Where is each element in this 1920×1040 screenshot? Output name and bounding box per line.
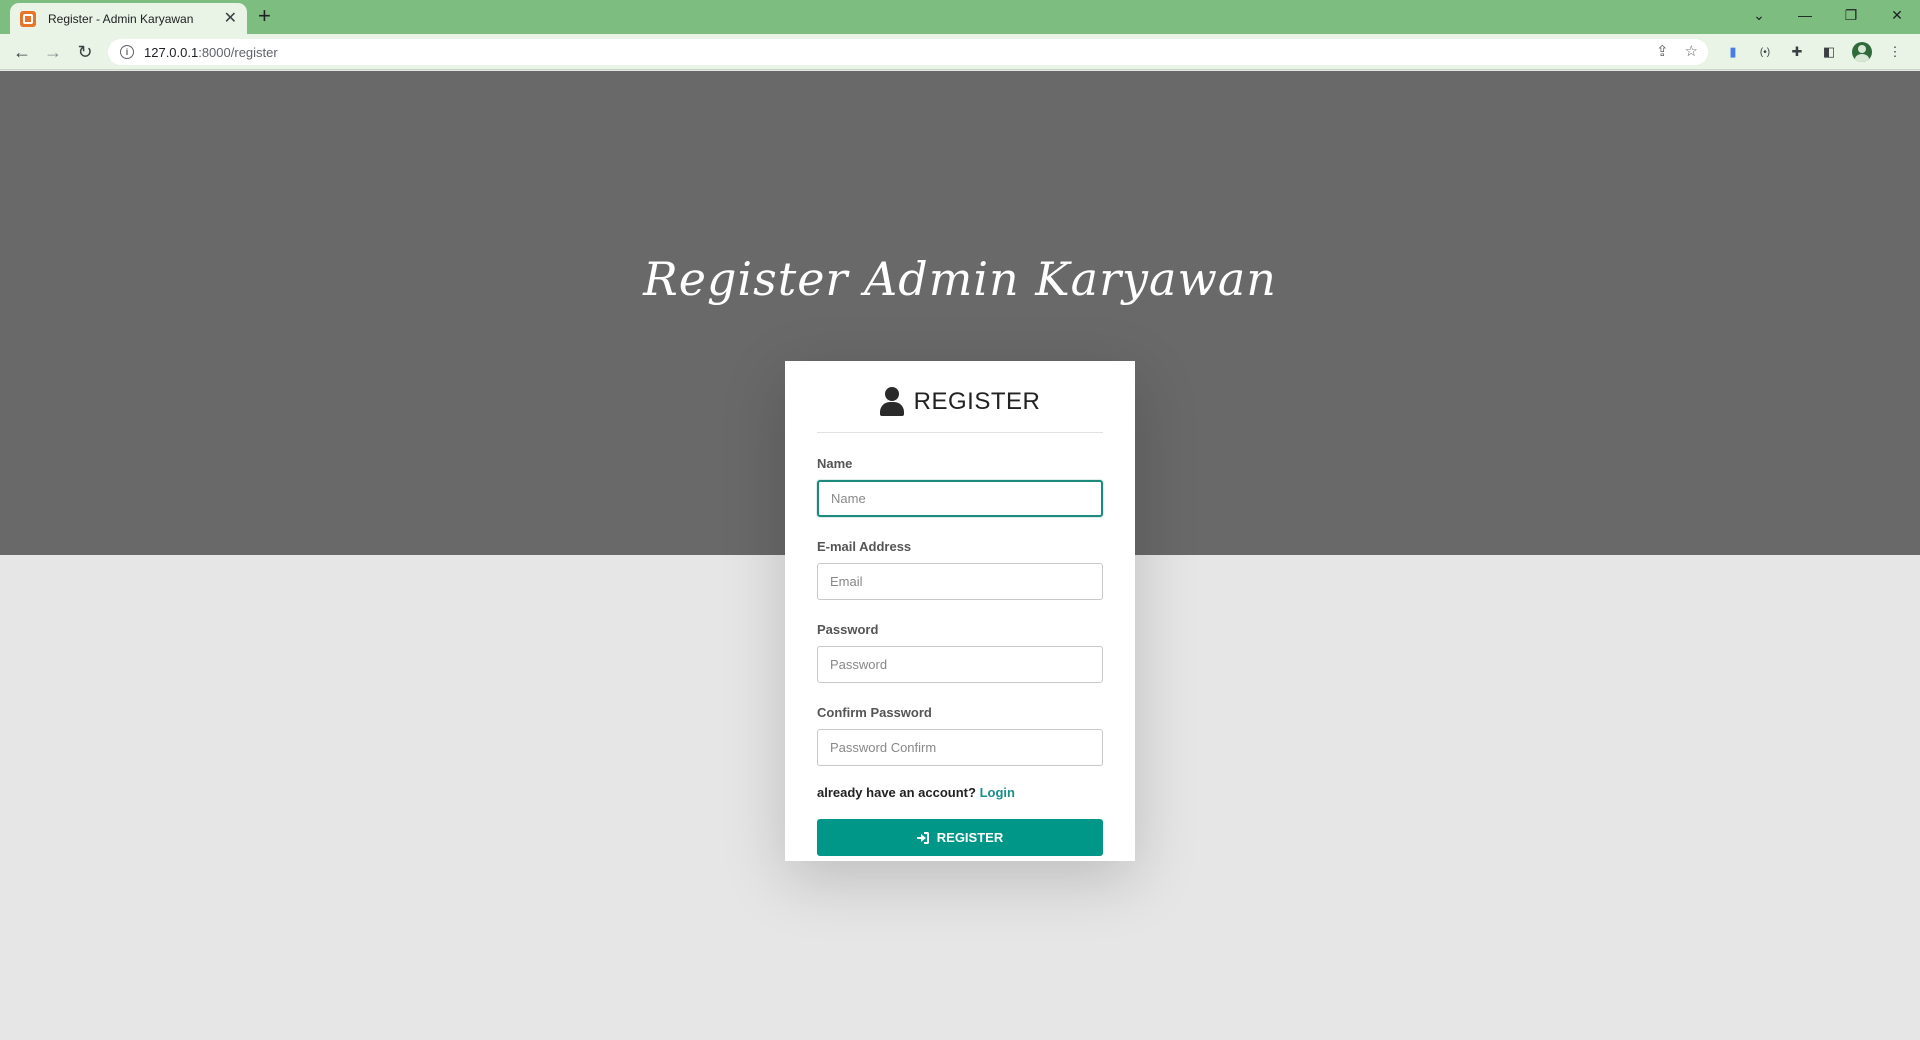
user-icon: [879, 386, 904, 417]
page-heading: Register Admin Karyawan: [643, 252, 1277, 306]
url-text: 127.0.0.1:8000/register: [144, 45, 278, 60]
password-input[interactable]: [817, 646, 1103, 683]
tab-title: Register - Admin Karyawan: [48, 11, 194, 26]
reload-button[interactable]: ↻: [73, 40, 97, 64]
forward-button[interactable]: →: [41, 40, 65, 64]
back-button[interactable]: ←: [10, 40, 34, 64]
card-title: REGISTER: [913, 387, 1041, 415]
email-label: E-mail Address: [817, 539, 912, 554]
url-host: 127.0.0.1: [144, 44, 199, 60]
email-input[interactable]: [817, 563, 1103, 600]
new-tab-button[interactable]: +: [258, 5, 271, 27]
name-input[interactable]: [817, 480, 1103, 517]
login-link[interactable]: Login: [980, 785, 1015, 800]
browser-tab[interactable]: Register - Admin Karyawan ✕: [10, 3, 247, 34]
login-prompt-text: already have an account?: [817, 785, 976, 800]
tab-search-icon[interactable]: ⌄: [1736, 0, 1782, 30]
url-path: :8000/register: [198, 44, 278, 60]
register-card: REGISTER Name E-mail Address Password Co…: [785, 361, 1135, 861]
close-window-button[interactable]: ✕: [1874, 0, 1920, 30]
menu-kebab-icon[interactable]: ⋮: [1886, 43, 1904, 61]
site-info-icon[interactable]: i: [120, 45, 134, 59]
profile-avatar-icon[interactable]: [1852, 42, 1872, 62]
bookmark-star-icon[interactable]: ☆: [1685, 42, 1698, 60]
address-bar-actions: ⇪ ☆: [1656, 42, 1698, 60]
extensions-area: ▮ (•) ✚ ◧ ⋮: [1724, 42, 1904, 62]
password-label: Password: [817, 622, 879, 637]
confirm-password-label: Confirm Password: [817, 705, 932, 720]
puzzle-extensions-icon[interactable]: ✚: [1788, 43, 1806, 61]
address-bar[interactable]: i 127.0.0.1:8000/register ⇪ ☆: [108, 39, 1708, 65]
minimize-button[interactable]: —: [1782, 0, 1828, 30]
tab-close-icon[interactable]: ✕: [224, 10, 237, 27]
register-button-label: REGISTER: [936, 830, 1004, 845]
confirm-password-input[interactable]: [817, 729, 1103, 766]
name-label: Name: [817, 456, 853, 471]
share-icon[interactable]: ⇪: [1656, 42, 1669, 60]
xampp-favicon-icon: [20, 10, 36, 27]
side-panel-icon[interactable]: ◧: [1820, 43, 1838, 61]
browser-toolbar: ← → ↻ i 127.0.0.1:8000/register ⇪ ☆ ▮ (•…: [0, 34, 1920, 70]
login-prompt: already have an account? Login: [817, 785, 1103, 800]
extension-icon[interactable]: ▮: [1724, 43, 1742, 61]
browser-tab-bar: Register - Admin Karyawan ✕ + ⌄ — ❐ ✕: [0, 0, 1920, 34]
register-button[interactable]: REGISTER: [817, 819, 1103, 856]
card-header: REGISTER: [817, 371, 1103, 433]
extension-icon[interactable]: (•): [1756, 43, 1774, 61]
restore-button[interactable]: ❐: [1828, 0, 1874, 30]
window-controls: ⌄ — ❐ ✕: [1736, 0, 1920, 30]
sign-in-icon: [916, 831, 929, 844]
